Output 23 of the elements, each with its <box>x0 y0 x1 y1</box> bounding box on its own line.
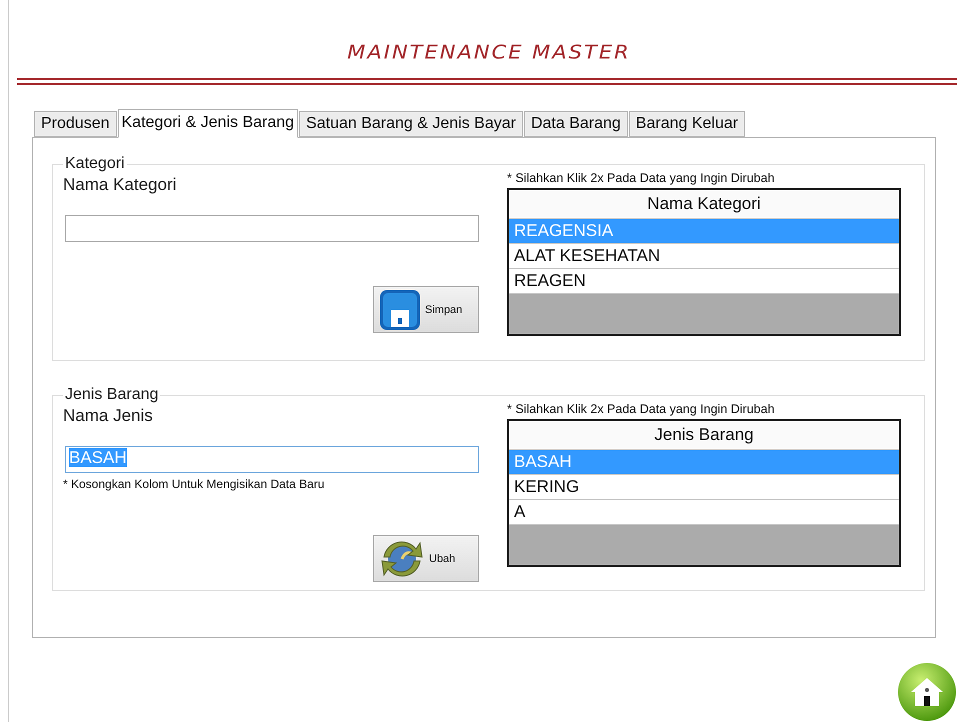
group-title: Kategori <box>64 155 126 173</box>
hint-text: * Kosongkan Kolom Untuk Mengisikan Data Baru <box>63 477 326 491</box>
group-title: Jenis Barang <box>64 386 160 404</box>
hint-text: * Silahkan Klik 2x Pada Data yang Ingin Dirubah <box>507 171 776 185</box>
table-cell[interactable]: A <box>509 500 899 525</box>
tab[interactable]: Data Barang <box>524 111 628 137</box>
hint-text: * Silahkan Klik 2x Pada Data yang Ingin Dirubah <box>507 402 776 416</box>
table-cell[interactable]: KERING <box>509 475 899 500</box>
save-button[interactable]: Simpan <box>373 286 479 333</box>
field-label: Nama Jenis <box>63 406 154 426</box>
field-label: Nama Kategori <box>63 175 178 195</box>
column-header: Jenis Barang <box>509 421 899 450</box>
column-header: Nama Kategori <box>509 190 899 219</box>
text-field[interactable] <box>65 215 479 242</box>
tab[interactable]: Satuan Barang & Jenis Bayar <box>299 111 523 137</box>
table-cell[interactable]: REAGEN <box>509 269 899 294</box>
window-title: MAINTENANCE MASTER <box>347 41 631 63</box>
tab[interactable]: Produsen <box>34 111 116 137</box>
update-button[interactable]: Ubah <box>373 535 479 582</box>
home-button[interactable] <box>897 662 957 722</box>
tab[interactable]: Kategori & Jenis Barang <box>118 109 298 138</box>
tab[interactable]: Barang Keluar <box>628 111 746 137</box>
table-cell[interactable]: ALAT KESEHATAN <box>509 244 899 269</box>
